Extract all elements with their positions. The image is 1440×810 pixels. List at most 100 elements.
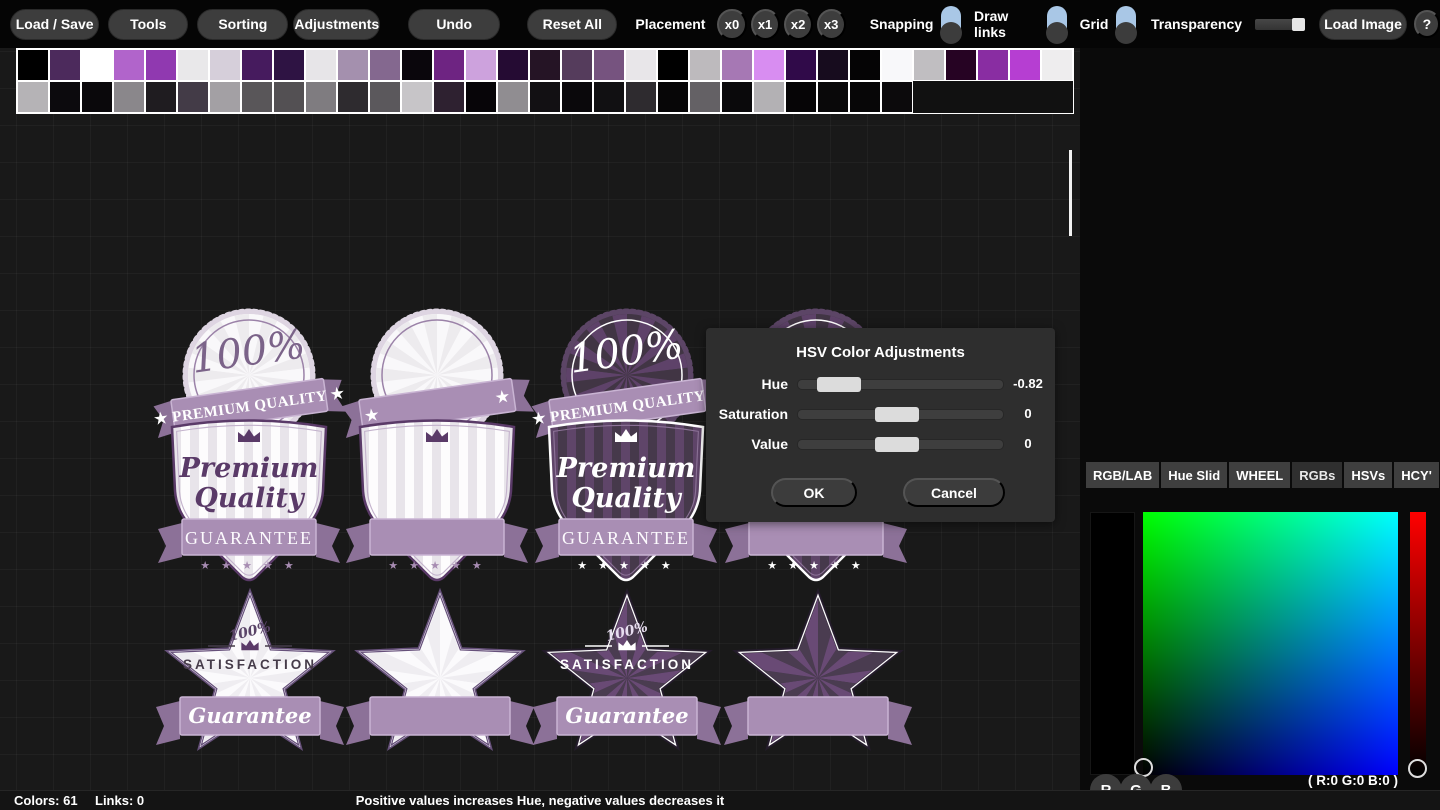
palette-swatch[interactable] [241, 49, 273, 81]
palette-swatch[interactable] [177, 81, 209, 113]
palette-swatch[interactable] [817, 49, 849, 81]
palette-swatch[interactable] [625, 49, 657, 81]
palette-swatch[interactable] [529, 81, 561, 113]
palette-swatch[interactable] [881, 81, 913, 113]
palette-swatch[interactable] [753, 81, 785, 113]
draw-links-toggle[interactable] [1047, 6, 1066, 44]
palette-swatch[interactable] [497, 49, 529, 81]
help-button[interactable]: ? [1414, 10, 1440, 38]
palette-swatch[interactable] [593, 49, 625, 81]
tab-hsvs[interactable]: HSVs [1344, 462, 1392, 488]
palette-swatch[interactable] [945, 49, 977, 81]
palette-swatch[interactable] [1009, 49, 1041, 81]
palette-swatch[interactable] [849, 49, 881, 81]
palette-swatch[interactable] [401, 49, 433, 81]
badge-star-dark-labeled[interactable]: 100% SATISFACTION Guarantee [527, 583, 727, 768]
palette-swatch[interactable] [529, 49, 561, 81]
red-value-strip[interactable] [1410, 512, 1426, 775]
palette-swatch[interactable] [433, 49, 465, 81]
palette-swatch[interactable] [305, 81, 337, 113]
palette-swatch[interactable] [49, 81, 81, 113]
palette-swatch[interactable] [241, 81, 273, 113]
palette-swatch[interactable] [721, 49, 753, 81]
palette-swatch[interactable] [721, 81, 753, 113]
load-image-button[interactable]: Load Image [1319, 9, 1406, 40]
palette-swatch[interactable] [657, 81, 689, 113]
undo-button[interactable]: Undo [408, 9, 500, 40]
tab-wheel[interactable]: WHEEL [1229, 462, 1290, 488]
palette-swatch[interactable] [81, 49, 113, 81]
palette-swatch[interactable] [593, 81, 625, 113]
palette-swatch[interactable] [497, 81, 529, 113]
palette-swatch[interactable] [561, 81, 593, 113]
ok-button[interactable]: OK [771, 478, 857, 507]
palette-swatch[interactable] [657, 49, 689, 81]
value-slider[interactable] [797, 439, 1004, 450]
red-strip-cursor[interactable] [1408, 759, 1427, 778]
transparency-slider-handle[interactable] [1292, 18, 1305, 31]
tab-rgbs[interactable]: RGBs [1292, 462, 1342, 488]
palette-swatch[interactable] [369, 49, 401, 81]
palette-swatch[interactable] [337, 81, 369, 113]
palette-swatch[interactable] [49, 49, 81, 81]
palette-swatch[interactable] [177, 49, 209, 81]
palette-swatch[interactable] [17, 49, 49, 81]
palette-swatch[interactable] [625, 81, 657, 113]
palette-swatch[interactable] [785, 49, 817, 81]
placement-x2-button[interactable]: x2 [784, 9, 813, 40]
palette-swatch[interactable] [145, 49, 177, 81]
palette-swatch[interactable] [305, 49, 337, 81]
badge-shield-light-labeled[interactable]: Premium Quality GUARANTEE ★ ★ ★ ★ ★ [154, 413, 344, 588]
green-blue-gradient-field[interactable] [1143, 512, 1398, 775]
badge-star-light-labeled[interactable]: 100% SATISFACTION Guarantee [150, 583, 350, 768]
tools-button[interactable]: Tools [108, 9, 188, 40]
palette-swatch[interactable] [113, 81, 145, 113]
red-channel-strip[interactable] [1090, 512, 1135, 775]
palette-swatch[interactable] [689, 49, 721, 81]
palette-swatch[interactable] [849, 81, 881, 113]
palette-swatch[interactable] [401, 81, 433, 113]
palette-swatch[interactable] [209, 49, 241, 81]
canvas-scroll-indicator[interactable] [1069, 150, 1072, 236]
grid-toggle[interactable] [1116, 6, 1135, 44]
saturation-slider-handle[interactable] [875, 407, 919, 422]
transparency-slider[interactable] [1255, 19, 1303, 30]
palette-swatch[interactable] [1041, 49, 1073, 81]
cancel-button[interactable]: Cancel [903, 478, 1005, 507]
hue-slider[interactable] [797, 379, 1004, 390]
tab-hue-slider[interactable]: Hue Slid [1161, 462, 1227, 488]
palette-swatch[interactable] [977, 49, 1009, 81]
placement-x0-button[interactable]: x0 [717, 9, 746, 40]
palette-swatch[interactable] [465, 49, 497, 81]
palette-swatch[interactable] [369, 81, 401, 113]
snapping-toggle[interactable] [941, 6, 960, 44]
palette-swatch[interactable] [817, 81, 849, 113]
palette-swatch[interactable] [785, 81, 817, 113]
saturation-slider[interactable] [797, 409, 1004, 420]
palette-swatch[interactable] [689, 81, 721, 113]
palette-swatch[interactable] [113, 49, 145, 81]
placement-x1-button[interactable]: x1 [751, 9, 780, 40]
palette-swatch[interactable] [209, 81, 241, 113]
palette-swatch[interactable] [145, 81, 177, 113]
adjustments-button[interactable]: Adjustments [293, 9, 380, 40]
palette-swatch[interactable] [561, 49, 593, 81]
reset-all-button[interactable]: Reset All [527, 9, 617, 40]
value-slider-handle[interactable] [875, 437, 919, 452]
palette-swatch[interactable] [81, 81, 113, 113]
badge-star-light-blank[interactable] [340, 583, 540, 768]
palette-swatch[interactable] [273, 49, 305, 81]
tab-hcy[interactable]: HCY' [1394, 462, 1439, 488]
palette-swatch[interactable] [337, 49, 369, 81]
badge-shield-dark-labeled[interactable]: Premium Quality GUARANTEE ★ ★ ★ ★ ★ [531, 413, 721, 588]
palette-swatch[interactable] [913, 49, 945, 81]
placement-x3-button[interactable]: x3 [817, 9, 846, 40]
badge-shield-light-blank[interactable]: ★ ★ ★ ★ ★ [342, 413, 532, 588]
palette-swatch[interactable] [17, 81, 49, 113]
palette-swatch[interactable] [753, 49, 785, 81]
badge-star-dark-blank[interactable] [718, 583, 918, 768]
palette-swatch[interactable] [433, 81, 465, 113]
load-save-button[interactable]: Load / Save [10, 9, 99, 40]
palette-swatch[interactable] [465, 81, 497, 113]
tab-rgb-lab[interactable]: RGB/LAB [1086, 462, 1159, 488]
